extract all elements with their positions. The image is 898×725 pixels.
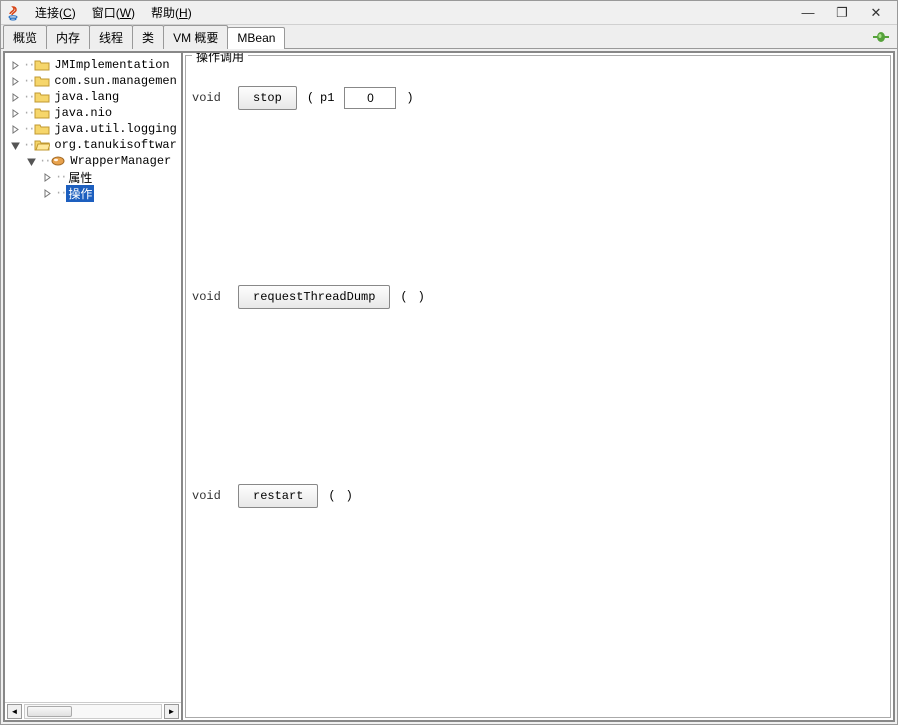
window-controls: — ❐ ✕ xyxy=(799,5,893,21)
mbean-tree-panel: ·· JMImplementation ·· com.sun.managemen… xyxy=(5,53,183,720)
operation-stop-row: void stop ( p1 ) xyxy=(192,86,884,110)
operation-restart-row: void restart ( ) xyxy=(192,484,884,508)
tab-memory[interactable]: 内存 xyxy=(46,25,90,49)
paren-close: ) xyxy=(346,489,353,503)
tab-classes[interactable]: 类 xyxy=(132,25,164,49)
operation-thread-dump-row: void requestThreadDump ( ) xyxy=(192,285,884,309)
collapse-icon[interactable] xyxy=(27,157,36,166)
expand-icon[interactable] xyxy=(11,125,20,134)
tree-node-operations[interactable]: ·· 操作 xyxy=(9,185,181,201)
operations-body: void stop ( p1 ) void requestThreadDump … xyxy=(186,56,890,514)
tab-threads[interactable]: 线程 xyxy=(89,25,133,49)
return-type: void xyxy=(192,489,228,503)
tab-strip: 概览 内存 线程 类 VM 概要 MBean xyxy=(1,25,897,49)
tree-node-jmimplementation[interactable]: ·· JMImplementation xyxy=(9,57,181,73)
close-button[interactable]: ✕ xyxy=(867,5,885,21)
minimize-button[interactable]: — xyxy=(799,5,817,21)
menu-connect[interactable]: 连接(C) xyxy=(27,2,84,23)
stop-param-input[interactable] xyxy=(344,87,396,109)
tree-label: 操作 xyxy=(66,185,94,202)
scroll-track[interactable] xyxy=(24,704,162,719)
expand-icon[interactable] xyxy=(11,61,20,70)
param-label: p1 xyxy=(320,91,334,105)
tree-label: JMImplementation xyxy=(52,58,171,72)
tree-node-com-sun-management[interactable]: ·· com.sun.managemen xyxy=(9,73,181,89)
tree-node-java-nio[interactable]: ·· java.nio xyxy=(9,105,181,121)
tree-node-java-lang[interactable]: ·· java.lang xyxy=(9,89,181,105)
folder-icon xyxy=(34,90,50,104)
paren-open: ( xyxy=(328,489,335,503)
tab-vm-summary[interactable]: VM 概要 xyxy=(163,25,228,49)
menu-window[interactable]: 窗口(W) xyxy=(84,2,143,23)
folder-icon xyxy=(34,122,50,136)
request-thread-dump-button[interactable]: requestThreadDump xyxy=(238,285,390,309)
collapse-icon[interactable] xyxy=(11,141,20,150)
folder-open-icon xyxy=(34,138,50,152)
paren-open: ( xyxy=(307,91,314,105)
paren-open: ( xyxy=(400,290,407,304)
scroll-right-button[interactable]: ► xyxy=(164,704,179,719)
folder-icon xyxy=(34,106,50,120)
folder-icon xyxy=(34,58,50,72)
tree-horizontal-scrollbar[interactable]: ◄ ► xyxy=(5,702,181,720)
paren-close: ) xyxy=(406,91,413,105)
stop-button[interactable]: stop xyxy=(238,86,297,110)
return-type: void xyxy=(192,290,228,304)
bean-icon xyxy=(50,154,66,168)
tree-label: java.util.logging xyxy=(52,122,178,136)
return-type: void xyxy=(192,91,228,105)
scroll-left-button[interactable]: ◄ xyxy=(7,704,22,719)
menubar: 连接(C) 窗口(W) 帮助(H) — ❐ ✕ xyxy=(1,1,897,25)
tree-node-wrapper-manager[interactable]: ·· WrapperManager xyxy=(9,153,181,169)
maximize-button[interactable]: ❐ xyxy=(833,5,851,21)
tree-node-java-util-logging[interactable]: ·· java.util.logging xyxy=(9,121,181,137)
mbean-tree[interactable]: ·· JMImplementation ·· com.sun.managemen… xyxy=(5,53,181,702)
expand-icon[interactable] xyxy=(11,77,20,86)
expand-icon[interactable] xyxy=(11,109,20,118)
operations-title: 操作调用 xyxy=(192,51,248,65)
folder-icon xyxy=(34,74,50,88)
expand-icon[interactable] xyxy=(43,173,52,182)
tree-label: org.tanukisoftwar xyxy=(52,138,178,152)
restart-button[interactable]: restart xyxy=(238,484,318,508)
operations-panel: 操作调用 void stop ( p1 ) void requestThread… xyxy=(185,55,891,718)
scroll-thumb[interactable] xyxy=(27,706,72,717)
tree-label: 属性 xyxy=(66,169,94,186)
app-window: 连接(C) 窗口(W) 帮助(H) — ❐ ✕ 概览 内存 线程 类 VM 概要… xyxy=(0,0,898,725)
connection-indicator-icon xyxy=(873,31,889,43)
tree-label: java.lang xyxy=(52,90,121,104)
java-icon xyxy=(5,5,21,21)
expand-icon[interactable] xyxy=(11,93,20,102)
expand-icon[interactable] xyxy=(43,189,52,198)
tree-label: WrapperManager xyxy=(68,154,173,168)
menu-help[interactable]: 帮助(H) xyxy=(143,2,200,23)
tree-label: com.sun.managemen xyxy=(52,74,178,88)
tree-label: java.nio xyxy=(52,106,114,120)
tab-mbean[interactable]: MBean xyxy=(227,27,285,49)
tab-overview[interactable]: 概览 xyxy=(3,25,47,49)
tree-node-org-tanukisoftware[interactable]: ·· org.tanukisoftwar xyxy=(9,137,181,153)
paren-close: ) xyxy=(418,290,425,304)
tree-node-attributes[interactable]: ·· 属性 xyxy=(9,169,181,185)
content-area: ·· JMImplementation ·· com.sun.managemen… xyxy=(3,51,895,722)
